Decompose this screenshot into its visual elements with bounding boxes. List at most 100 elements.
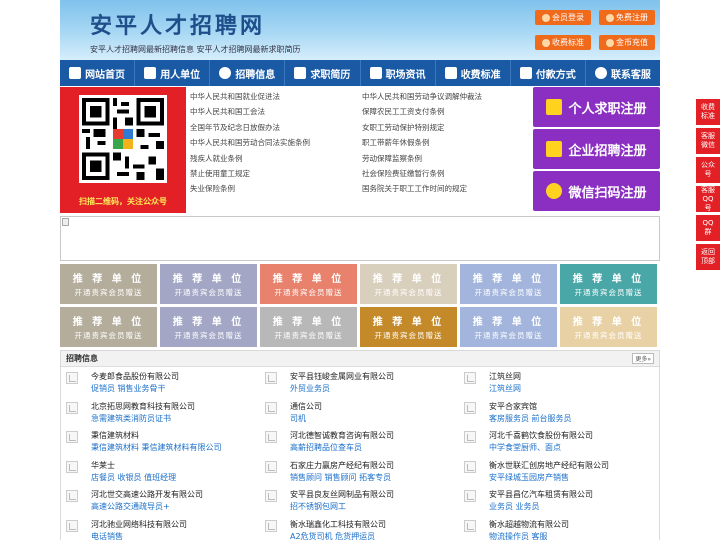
position-link[interactable]: 急需建筑类消防员证书 (91, 413, 265, 425)
position-link[interactable]: 高薪招聘品位查车员 (290, 442, 464, 454)
promo-slot[interactable]: 推 荐 单 位开通贵宾会员赠送 (360, 307, 457, 347)
company-link[interactable]: 安平县良友丝网制品有限公司 (290, 489, 464, 501)
company-link[interactable]: 衡水超越物流有限公司 (489, 519, 663, 531)
sidebar-button[interactable]: 客服微信 (696, 128, 720, 154)
company-link[interactable]: 江筑丝网 (489, 371, 663, 383)
law-link[interactable]: 失业保险条例 (190, 181, 362, 196)
position-link[interactable]: 司机 (290, 413, 464, 425)
company-logo-icon[interactable] (464, 401, 476, 414)
recharge-button[interactable]: 金币充值 (599, 35, 655, 50)
company-link[interactable]: 河北驰业网络科技有限公司 (91, 519, 265, 531)
law-link[interactable]: 保障农民工工资支付条例 (362, 104, 534, 119)
law-link[interactable]: 中华人民共和国劳动争议调解仲裁法 (362, 89, 534, 104)
company-link[interactable]: 安平合家宾馆 (489, 401, 663, 413)
company-link[interactable]: 河北千喜鹤饮食股份有限公司 (489, 430, 663, 442)
company-logo-icon[interactable] (265, 431, 277, 443)
sidebar-button[interactable]: 公众号 (696, 157, 720, 183)
sidebar-button[interactable]: 客服QQ号 (696, 186, 720, 212)
position-link[interactable]: 招不锈钢包网工 (290, 501, 464, 513)
promo-slot[interactable]: 推 荐 单 位开通贵宾会员赠送 (460, 264, 557, 304)
company-logo-icon[interactable] (265, 519, 277, 532)
position-link[interactable]: 客房服务员 前台服务员 (489, 413, 663, 425)
wechat-register-button[interactable]: 微信扫码注册 (533, 171, 660, 211)
banner-placeholder[interactable] (60, 216, 660, 261)
company-logo-icon[interactable] (265, 490, 277, 502)
law-link[interactable]: 劳动保障监察条例 (362, 151, 534, 166)
promo-slot[interactable]: 推 荐 单 位开通贵宾会员赠送 (260, 264, 357, 304)
sidebar-button[interactable]: QQ群 (696, 215, 720, 241)
position-link[interactable]: 中学食堂厨师、面点 (489, 442, 663, 454)
register-button[interactable]: 免费注册 (599, 10, 655, 25)
law-link[interactable]: 国务院关于职工工作时间的规定 (362, 181, 534, 196)
promo-slot[interactable]: 推 荐 单 位开通贵宾会员赠送 (160, 307, 257, 347)
promo-slot[interactable]: 推 荐 单 位开通贵宾会员赠送 (560, 307, 657, 347)
login-button[interactable]: 会员登录 (535, 10, 591, 25)
company-link[interactable]: 北京拓思网教育科技有限公司 (91, 401, 265, 413)
position-link[interactable]: 秉信建筑材料 秉信建筑材料有限公司 (91, 442, 265, 454)
nav-home[interactable]: 网站首页 (60, 60, 136, 86)
sidebar-button[interactable]: 返回顶部 (696, 244, 720, 270)
position-link[interactable]: A2危货司机 危货押运员 (290, 531, 464, 540)
promo-slot[interactable]: 推 荐 单 位开通贵宾会员赠送 (60, 264, 157, 304)
nav-news[interactable]: 职场资讯 (361, 60, 436, 86)
law-link[interactable]: 女职工劳动保护特别规定 (362, 120, 534, 135)
company-link[interactable]: 今麦郎食品股份有限公司 (91, 371, 265, 383)
company-logo-icon[interactable] (66, 490, 78, 502)
position-link[interactable]: 促销员 销售业务骨干 (91, 383, 265, 395)
company-logo-icon[interactable] (66, 401, 78, 414)
nav-contact[interactable]: 联系客服 (586, 60, 660, 86)
nav-resumes[interactable]: 求职简历 (285, 60, 361, 86)
promo-slot[interactable]: 推 荐 单 位开通贵宾会员赠送 (360, 264, 457, 304)
company-link[interactable]: 安平县昌亿汽车租赁有限公司 (489, 489, 663, 501)
company-logo-icon[interactable] (66, 372, 78, 384)
company-logo-icon[interactable] (66, 519, 78, 532)
site-title[interactable]: 安平人才招聘网 (90, 8, 265, 40)
law-link[interactable]: 社会保险费征缴暂行条例 (362, 166, 534, 181)
company-link[interactable]: 华莱士 (91, 460, 265, 472)
promo-slot[interactable]: 推 荐 单 位开通贵宾会员赠送 (460, 307, 557, 347)
company-logo-icon[interactable] (66, 460, 78, 473)
company-link[interactable]: 衡水瑞鑫化工科技有限公司 (290, 519, 464, 531)
promo-slot[interactable]: 推 荐 单 位开通贵宾会员赠送 (560, 264, 657, 304)
sidebar-button[interactable]: 收费标准 (696, 99, 720, 125)
more-link[interactable]: 更多» (632, 353, 654, 364)
position-link[interactable]: 物流操作员 客服 (489, 531, 663, 540)
position-link[interactable]: 安平绿城玉园房产销售 (489, 472, 663, 484)
company-link[interactable]: 通信公司 (290, 401, 464, 413)
company-logo-icon[interactable] (464, 372, 476, 384)
company-logo-icon[interactable] (464, 490, 476, 502)
position-link[interactable]: 高速公路交通疏导员+ (91, 501, 265, 513)
company-link[interactable]: 河北世交高速公路开发有限公司 (91, 489, 265, 501)
company-link[interactable]: 安平县钰峻金属网业有限公司 (290, 371, 464, 383)
company-link[interactable]: 石家庄力赢房产经纪有限公司 (290, 460, 464, 472)
company-link[interactable]: 秉信建筑材料 (91, 430, 265, 442)
law-link[interactable]: 职工带薪年休假条例 (362, 135, 534, 150)
company-logo-icon[interactable] (464, 460, 476, 473)
nav-payment[interactable]: 付款方式 (511, 60, 586, 86)
nav-employers[interactable]: 用人单位 (135, 60, 211, 86)
personal-register-button[interactable]: 个人求职注册 (533, 87, 660, 127)
law-link[interactable]: 中华人民共和国劳动合同法实施条例 (190, 135, 362, 150)
company-logo-icon[interactable] (265, 460, 277, 473)
position-link[interactable]: 业务员 业务员 (489, 501, 663, 513)
company-register-button[interactable]: 企业招聘注册 (533, 129, 660, 169)
law-link[interactable]: 中华人民共和国工会法 (190, 104, 362, 119)
company-link[interactable]: 河北德智诚教育咨询有限公司 (290, 430, 464, 442)
company-logo-icon[interactable] (265, 372, 277, 384)
position-link[interactable]: 外贸业务员 (290, 383, 464, 395)
company-link[interactable]: 衡水世联汇创房地产经纪有限公司 (489, 460, 663, 472)
promo-slot[interactable]: 推 荐 单 位开通贵宾会员赠送 (160, 264, 257, 304)
company-logo-icon[interactable] (66, 431, 78, 443)
fee-standard-button[interactable]: 收费标准 (535, 35, 591, 50)
law-link[interactable]: 中华人民共和国就业促进法 (190, 89, 362, 104)
company-logo-icon[interactable] (464, 519, 476, 532)
nav-fees[interactable]: 收费标准 (436, 60, 511, 86)
promo-slot[interactable]: 推 荐 单 位开通贵宾会员赠送 (60, 307, 157, 347)
position-link[interactable]: 销售顾问 销售顾问 拓客专员 (290, 472, 464, 484)
law-link[interactable]: 残疾人就业条例 (190, 151, 362, 166)
company-logo-icon[interactable] (265, 401, 277, 414)
nav-jobs[interactable]: 招聘信息 (210, 60, 286, 86)
position-link[interactable]: 店餐员 收银员 值班经理 (91, 472, 265, 484)
position-link[interactable]: 电话销售 (91, 531, 265, 540)
company-logo-icon[interactable] (464, 431, 476, 443)
